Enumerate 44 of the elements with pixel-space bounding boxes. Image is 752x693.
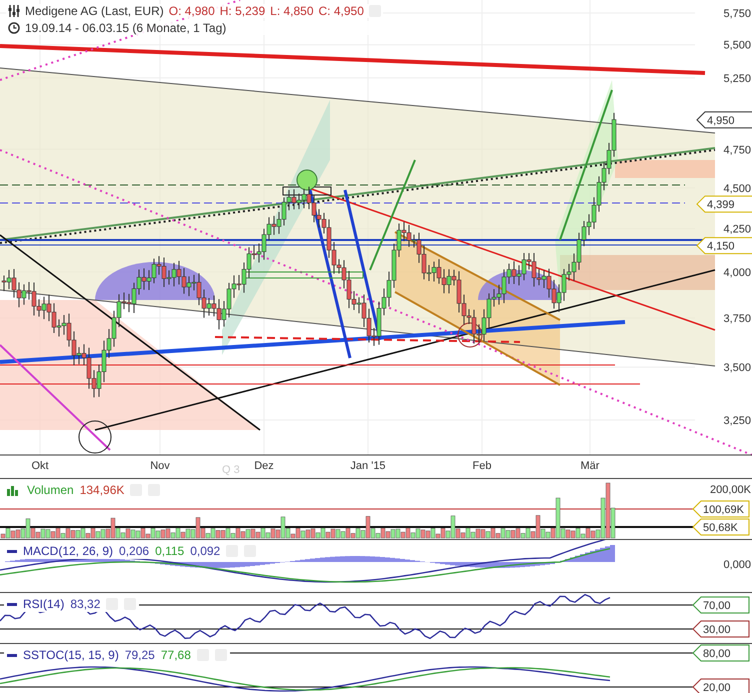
axis-label: 0,000 — [723, 559, 751, 571]
price-marker-label: 70,00 — [692, 596, 750, 614]
price-marker-label: 4,150 — [696, 237, 752, 254]
time-axis-label: Mär — [580, 460, 600, 472]
price-marker-label: 80,00 — [692, 644, 750, 662]
price-axis-label: 3,500 — [723, 362, 751, 374]
price-marker-label: 50,68K — [692, 518, 750, 536]
ohlc-value: C: 4,950 — [318, 4, 364, 18]
time-axis-label: Feb — [472, 460, 492, 472]
time-axis-label: Dez — [254, 460, 274, 472]
time-axis-label: Jan '15 — [350, 460, 386, 472]
price-marker-label: 100,69K — [692, 500, 750, 518]
indicator-name: Volumen — [27, 483, 74, 497]
instrument-title: Medigene AG (Last, EUR) — [25, 4, 164, 18]
price-marker-label: 30,00 — [692, 620, 750, 638]
price-axis-label: 4,500 — [723, 182, 751, 195]
indicator-value: 83,32 — [70, 597, 100, 611]
indicator-value: 134,96K — [80, 483, 124, 497]
time-axis-label: Nov — [150, 460, 170, 472]
ohlc-value: L: 4,850 — [270, 4, 314, 18]
indicator-value: 0,206 — [119, 544, 150, 558]
indicator-value: 77,68 — [160, 648, 191, 662]
indicator-name: SSTOC(15, 15, 9) — [23, 648, 119, 662]
price-axis-label: 5,750 — [723, 8, 751, 20]
indicator-value: 0,092 — [190, 544, 220, 558]
ohlc-value: H: 5,239 — [220, 4, 266, 18]
price-axis-label: 3,250 — [723, 415, 751, 428]
price-marker-label: 4,950 — [696, 111, 752, 128]
price-marker-label: 4,399 — [696, 196, 752, 213]
indicator-name: RSI(14) — [23, 597, 64, 611]
price-axis-label: 5,250 — [723, 72, 751, 85]
price-axis-label: 4,000 — [723, 266, 751, 279]
price-axis-label: 4,250 — [723, 224, 751, 236]
price-axis-label: 5,500 — [723, 40, 751, 52]
price-marker-label: 20,00 — [692, 678, 750, 693]
indicator-value: 79,25 — [124, 648, 155, 662]
indicator-value: 0,115 — [155, 544, 184, 558]
axis-label: 200,00K — [710, 484, 751, 496]
indicator-name: MACD(12, 26, 9) — [23, 544, 114, 558]
price-axis-label: 3,750 — [723, 312, 751, 325]
time-axis-label: Okt — [31, 460, 49, 472]
price-axis-label: 4,750 — [723, 144, 751, 156]
date-range: 19.09.14 - 06.03.15 (6 Monate, 1 Tag) — [25, 21, 226, 35]
ohlc-value: O: 4,980 — [168, 4, 215, 18]
